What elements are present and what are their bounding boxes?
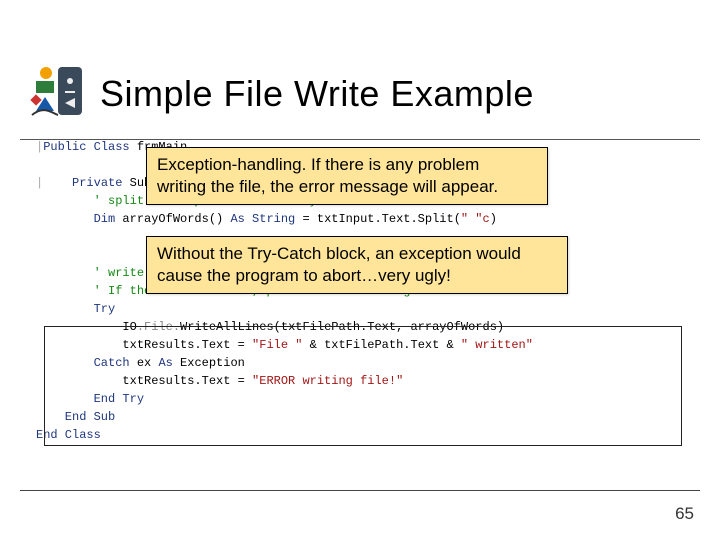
callout-line: Without the Try-Catch block, an exceptio…	[157, 244, 521, 263]
slide-title: Simple File Write Example	[100, 73, 534, 115]
logo-icon	[28, 61, 86, 121]
page-number: 65	[675, 504, 694, 524]
callout-exception-handling: Exception-handling. If there is any prob…	[146, 147, 548, 205]
callout-line: cause the program to abort…very ugly!	[157, 266, 451, 285]
slide: Simple File Write Example |Public Class …	[0, 0, 720, 540]
callout-try-catch: Without the Try-Catch block, an exceptio…	[146, 236, 568, 294]
callout-line: Exception-handling. If there is any prob…	[157, 155, 479, 174]
callout-line: writing the file, the error message will…	[157, 177, 498, 196]
divider-bottom	[20, 490, 700, 491]
